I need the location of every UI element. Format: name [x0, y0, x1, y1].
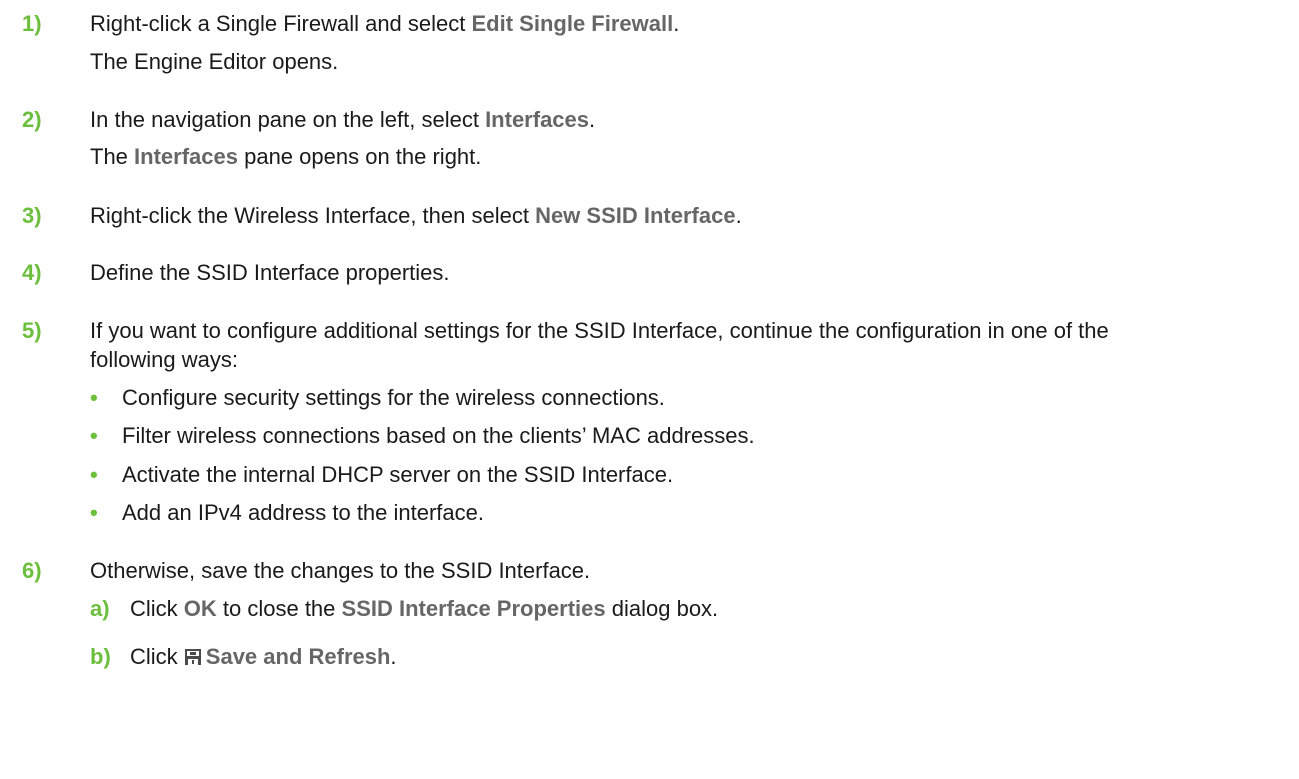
ui-label: Save and Refresh [205, 644, 391, 669]
substep-post: dialog box. [605, 596, 719, 621]
step-text-pre: Right-click a Single Firewall and select [90, 11, 472, 36]
bullet-marker: • [90, 462, 98, 487]
bullet-item: Add an IPv4 address to the interface. [122, 500, 485, 525]
bullet-item: Activate the internal DHCP server on the… [122, 462, 674, 487]
step-result: The Interfaces pane opens on the right. [90, 143, 481, 171]
ui-label: SSID Interface Properties [341, 596, 606, 621]
step-text-post: . [673, 11, 680, 36]
ui-label: Interfaces [134, 144, 238, 169]
substep-label: a) [90, 596, 110, 621]
procedure-document: 1) Right-click a Single Firewall and sel… [0, 0, 1299, 779]
bullet-marker: • [90, 385, 98, 410]
step-text: In the navigation pane on the left, sele… [90, 106, 595, 134]
step-text-post: . [589, 107, 596, 132]
substep-post: . [390, 644, 397, 669]
step-result: The Engine Editor opens. [90, 49, 339, 74]
ui-label: Edit Single Firewall [471, 11, 674, 36]
substep-mid: to close the [216, 596, 342, 621]
save-icon [184, 645, 202, 673]
step-number: 2) [22, 107, 42, 132]
ui-label: New SSID Interface [535, 203, 736, 228]
substep-text: Click OK to close the SSID Interface Pro… [130, 595, 718, 623]
step-text-pre: In the navigation pane on the left, sele… [90, 107, 486, 132]
step-text-post: . [735, 203, 742, 228]
bullet-item: Configure security settings for the wire… [122, 385, 665, 410]
step-text: Right-click the Wireless Interface, then… [90, 202, 742, 230]
step-number: 3) [22, 203, 42, 228]
ui-label: Interfaces [485, 107, 590, 132]
step-number: 5) [22, 318, 42, 343]
ui-label: OK [183, 596, 217, 621]
step-text-continued: following ways: [90, 347, 238, 372]
step-number: 6) [22, 558, 42, 583]
bullet-item: Filter wireless connections based on the… [122, 423, 755, 448]
bullet-marker: • [90, 500, 98, 525]
substep-pre: Click [130, 644, 184, 669]
substep-label: b) [90, 644, 111, 669]
step-text-pre: Right-click the Wireless Interface, then… [90, 203, 536, 228]
step-text: If you want to configure additional sett… [90, 318, 1109, 343]
step-text: Otherwise, save the changes to the SSID … [90, 558, 591, 583]
step-number: 1) [22, 11, 42, 36]
step-text: Define the SSID Interface properties. [90, 260, 450, 285]
result-post: pane opens on the right. [237, 144, 482, 169]
step-text: Right-click a Single Firewall and select… [90, 10, 679, 38]
substep-text: Click Save and Refresh. [130, 643, 397, 673]
bullet-marker: • [90, 423, 98, 448]
step-number: 4) [22, 260, 42, 285]
result-pre: The [90, 144, 135, 169]
substep-pre: Click [130, 596, 184, 621]
